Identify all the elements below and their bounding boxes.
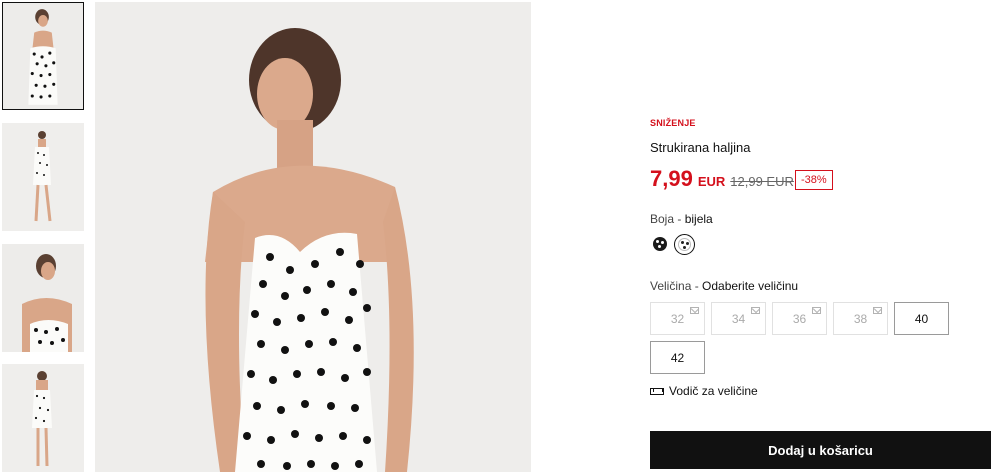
price-row: 7,99 EUR 12,99 EUR [650,166,794,192]
size-option-36[interactable]: 36 [772,302,827,335]
color-label: Boja - bijela [650,212,713,226]
size-option-label: 42 [670,350,685,365]
size-option-label: 40 [914,311,929,326]
notify-mail-icon [751,307,760,314]
thumbnail-4[interactable] [2,364,84,472]
size-option-label: 36 [792,311,807,326]
size-option-40[interactable]: 40 [894,302,949,335]
size-option-42[interactable]: 42 [650,341,705,374]
size-option-38[interactable]: 38 [833,302,888,335]
product-title: Strukirana haljina [650,140,751,155]
current-price: 7,99 [650,166,693,191]
size-option-label: 38 [853,311,868,326]
thumbnail-1[interactable] [2,2,84,110]
size-option-label: 32 [670,311,685,326]
selected-color: bijela [684,212,713,226]
main-product-image[interactable] [95,2,531,472]
notify-mail-icon [812,307,821,314]
size-option-32[interactable]: 32 [650,302,705,335]
thumbnail-3-image [2,244,84,352]
thumbnail-1-image [3,3,83,109]
price-currency: EUR [697,174,726,189]
color-swatch-white-selected[interactable] [674,234,695,255]
thumbnail-4-image [2,364,84,472]
notify-mail-icon [873,307,882,314]
sale-tag: SNIŽENJE [650,118,696,128]
size-option-34[interactable]: 34 [711,302,766,335]
thumbnail-2[interactable] [2,123,84,231]
size-label: Veličina - Odaberite veličinu [650,279,798,293]
thumbnail-2-image [2,123,84,231]
model-photo [95,2,531,472]
thumbnail-3[interactable] [2,244,84,352]
ruler-icon [650,387,664,395]
size-label-prefix: Veličina - [650,279,703,293]
original-price: 12,99 EUR [730,174,794,189]
color-swatch-white [678,238,691,251]
size-option-label: 34 [731,311,746,326]
add-to-cart-button[interactable]: Dodaj u košaricu [650,431,991,469]
product-page: SNIŽENJE Strukirana haljina 7,99 EUR 12,… [0,0,1000,472]
notify-mail-icon [690,307,699,314]
color-swatch-black[interactable] [653,237,667,251]
size-prompt: Odaberite veličinu [702,279,799,293]
size-guide-link[interactable]: Vodič za veličine [650,384,758,398]
color-label-prefix: Boja - [650,212,685,226]
discount-badge: -38% [795,170,833,190]
size-guide-label: Vodič za veličine [669,384,758,398]
